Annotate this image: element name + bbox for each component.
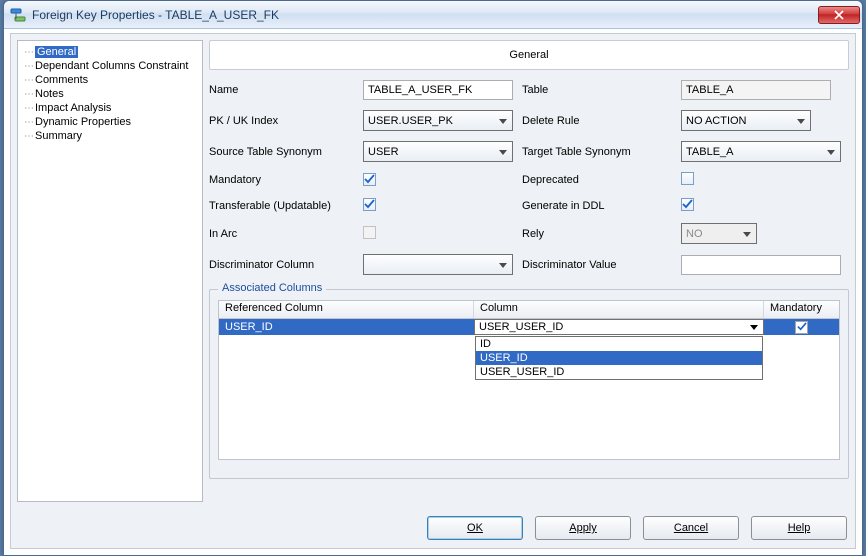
nav-item-impact-analysis[interactable]: ⋯Impact Analysis [18,101,202,115]
dropdown-option[interactable]: ID [476,337,762,351]
label-delete-rule: Delete Rule [522,115,677,127]
nav-item-dynamic-properties[interactable]: ⋯Dynamic Properties [18,115,202,129]
dropdown-option[interactable]: USER_USER_ID [476,365,762,379]
form-grid: Name Table PK / UK Index USER.USER_PK De… [209,80,849,275]
label-mandatory: Mandatory [209,174,359,186]
nav-item-dependant-columns[interactable]: ⋯Dependant Columns Constraint [18,59,202,73]
cancel-button[interactable]: Cancel [643,516,739,540]
table-header: Referenced Column Column Mandatory [219,301,839,319]
fk-icon [10,7,26,23]
cell-column: USER_USER_ID ID USER_ID USER_USER_ID [474,319,764,335]
associated-columns-table: Referenced Column Column Mandatory USER_… [218,300,840,460]
dialog-buttons: OK Apply Cancel Help [427,516,847,540]
rely-select: NO [681,223,757,244]
pkuk-select[interactable]: USER.USER_PK [363,110,513,131]
label-disc-val: Discriminator Value [522,259,677,271]
dialog-window: Foreign Key Properties - TABLE_A_USER_FK… [3,0,863,556]
label-pkuk: PK / UK Index [209,115,359,127]
titlebar[interactable]: Foreign Key Properties - TABLE_A_USER_FK [4,1,862,29]
nav-item-comments[interactable]: ⋯Comments [18,73,202,87]
associated-columns-group: Associated Columns Referenced Column Col… [209,289,849,479]
close-button[interactable] [818,6,860,24]
column-cell-select[interactable]: USER_USER_ID ID USER_ID USER_USER_ID [474,319,764,335]
delete-rule-select[interactable]: NO ACTION [681,110,811,131]
table-row[interactable]: USER_ID USER_USER_ID ID USER_ID USER_USE… [219,319,839,335]
label-deprecated: Deprecated [522,174,677,186]
nav-item-notes[interactable]: ⋯Notes [18,87,202,101]
client-area: ⋯General ⋯Dependant Columns Constraint ⋯… [10,33,856,549]
col-header-referenced[interactable]: Referenced Column [219,301,474,318]
associated-columns-legend: Associated Columns [218,282,326,294]
cell-mandatory [764,319,839,335]
label-name: Name [209,84,359,96]
name-field[interactable] [363,80,513,100]
generate-ddl-checkbox[interactable] [681,198,694,211]
label-src-syn: Source Table Synonym [209,146,359,158]
deprecated-checkbox[interactable] [681,172,694,185]
label-tgt-syn: Target Table Synonym [522,146,677,158]
discriminator-value-field[interactable] [681,255,841,275]
main-panel: General Name Table PK / UK Index USER.US… [209,40,849,502]
label-table: Table [522,84,677,96]
source-synonym-select[interactable]: USER [363,141,513,162]
in-arc-checkbox [363,226,376,239]
label-inarc: In Arc [209,228,359,240]
discriminator-column-select[interactable] [363,254,513,275]
column-dropdown: ID USER_ID USER_USER_ID [475,336,763,380]
nav-item-general[interactable]: ⋯General [18,45,202,59]
label-disc-col: Discriminator Column [209,259,359,271]
nav-tree: ⋯General ⋯Dependant Columns Constraint ⋯… [17,40,203,502]
cell-referenced-column: USER_ID [219,319,474,335]
help-button[interactable]: Help [751,516,847,540]
col-header-mandatory[interactable]: Mandatory [764,301,839,318]
label-genddl: Generate in DDL [522,200,677,212]
transferable-checkbox[interactable] [363,198,376,211]
ok-button[interactable]: OK [427,516,523,540]
row-mandatory-checkbox[interactable] [795,321,808,334]
panel-heading: General [509,49,548,61]
label-rely: Rely [522,228,677,240]
col-header-column[interactable]: Column [474,301,764,318]
target-synonym-select[interactable]: TABLE_A [681,141,841,162]
window-title: Foreign Key Properties - TABLE_A_USER_FK [32,8,816,22]
label-transferable: Transferable (Updatable) [209,200,359,212]
mandatory-checkbox[interactable] [363,173,376,186]
apply-button[interactable]: Apply [535,516,631,540]
dropdown-option[interactable]: USER_ID [476,351,762,365]
panel-heading-box: General [209,40,849,70]
nav-item-summary[interactable]: ⋯Summary [18,129,202,143]
close-icon [834,10,844,20]
table-field [681,80,831,100]
